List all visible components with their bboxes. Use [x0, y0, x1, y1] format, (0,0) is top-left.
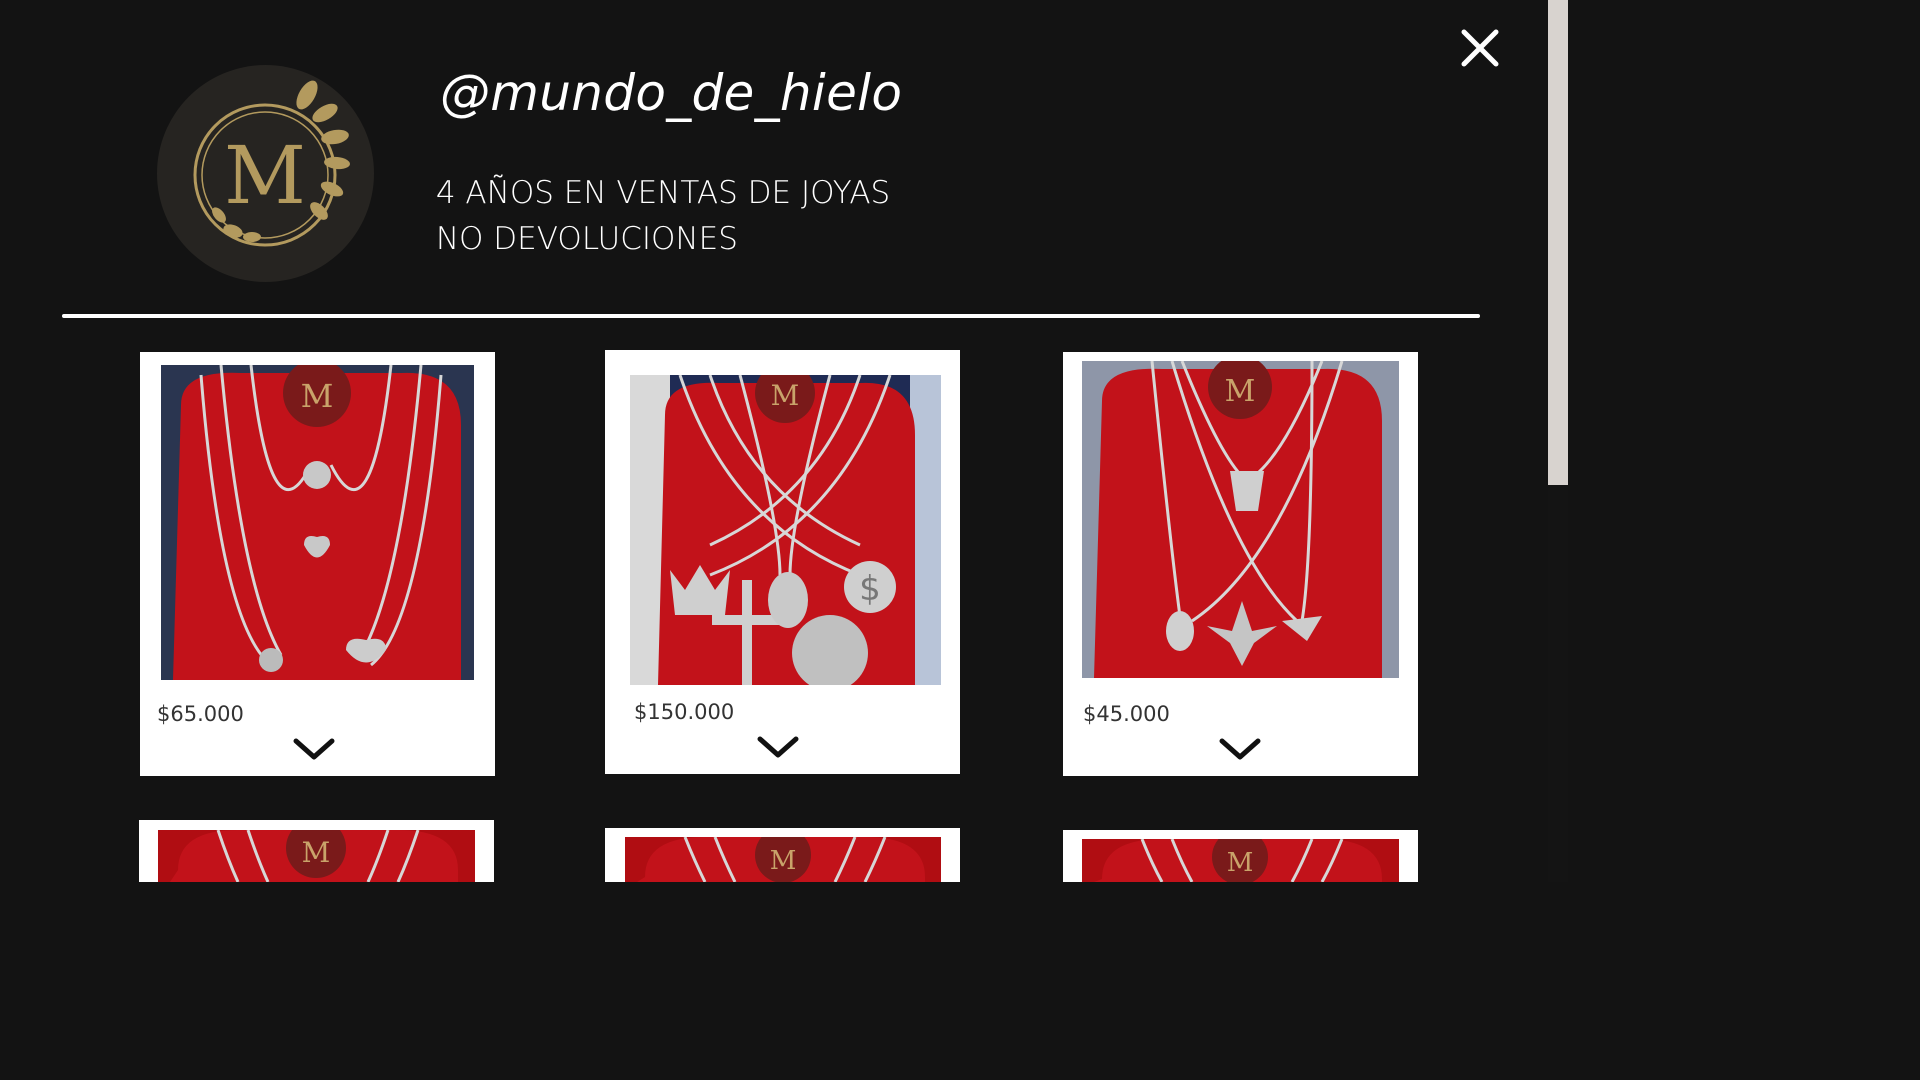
profile-handle: @mundo_de_hielo	[440, 64, 903, 122]
product-image[interactable]: M	[158, 830, 475, 882]
brand-logo: M	[193, 80, 350, 247]
avatar: M	[157, 65, 374, 282]
chevron-down-icon	[1219, 738, 1261, 760]
svg-text:M: M	[770, 846, 797, 876]
close-icon	[1461, 29, 1499, 67]
svg-text:M: M	[302, 836, 331, 869]
svg-text:M: M	[771, 379, 800, 412]
product-image[interactable]: M	[1082, 839, 1399, 882]
svg-text:M: M	[301, 377, 334, 415]
product-price: $65.000	[157, 702, 244, 726]
product-card[interactable]: M	[139, 820, 494, 882]
divider	[62, 314, 1480, 318]
svg-text:$: $	[859, 569, 881, 609]
svg-text:M: M	[1225, 374, 1256, 409]
product-card[interactable]: M	[605, 828, 960, 882]
product-card[interactable]: M $45.000	[1063, 352, 1418, 776]
product-card[interactable]: M	[1063, 830, 1418, 882]
product-card[interactable]: M $ $150.000	[605, 350, 960, 774]
product-card[interactable]: M $65.000	[140, 352, 495, 776]
expand-button[interactable]	[1218, 735, 1262, 763]
expand-button[interactable]	[292, 735, 336, 763]
logo-letter: M	[224, 129, 306, 222]
product-image[interactable]: M	[161, 365, 474, 680]
bio-line: NO DEVOLUCIONES	[426, 221, 748, 257]
svg-text:M: M	[1227, 848, 1254, 878]
expand-button[interactable]	[756, 733, 800, 761]
close-button[interactable]	[1456, 24, 1504, 72]
product-price: $45.000	[1083, 702, 1170, 726]
product-image[interactable]: M	[625, 837, 941, 882]
scrollbar-thumb[interactable]	[1548, 0, 1568, 485]
product-image[interactable]: M	[1082, 361, 1399, 678]
bio-line: 4 AÑOS EN VENTAS DE JOYAS	[426, 175, 901, 211]
chevron-down-icon	[757, 736, 799, 758]
product-image[interactable]: M $	[630, 375, 941, 685]
chevron-down-icon	[293, 738, 335, 760]
product-price: $150.000	[634, 700, 735, 724]
profile-bio: 4 AÑOS EN VENTAS DE JOYAS NO DEVOLUCIONE…	[426, 170, 900, 262]
